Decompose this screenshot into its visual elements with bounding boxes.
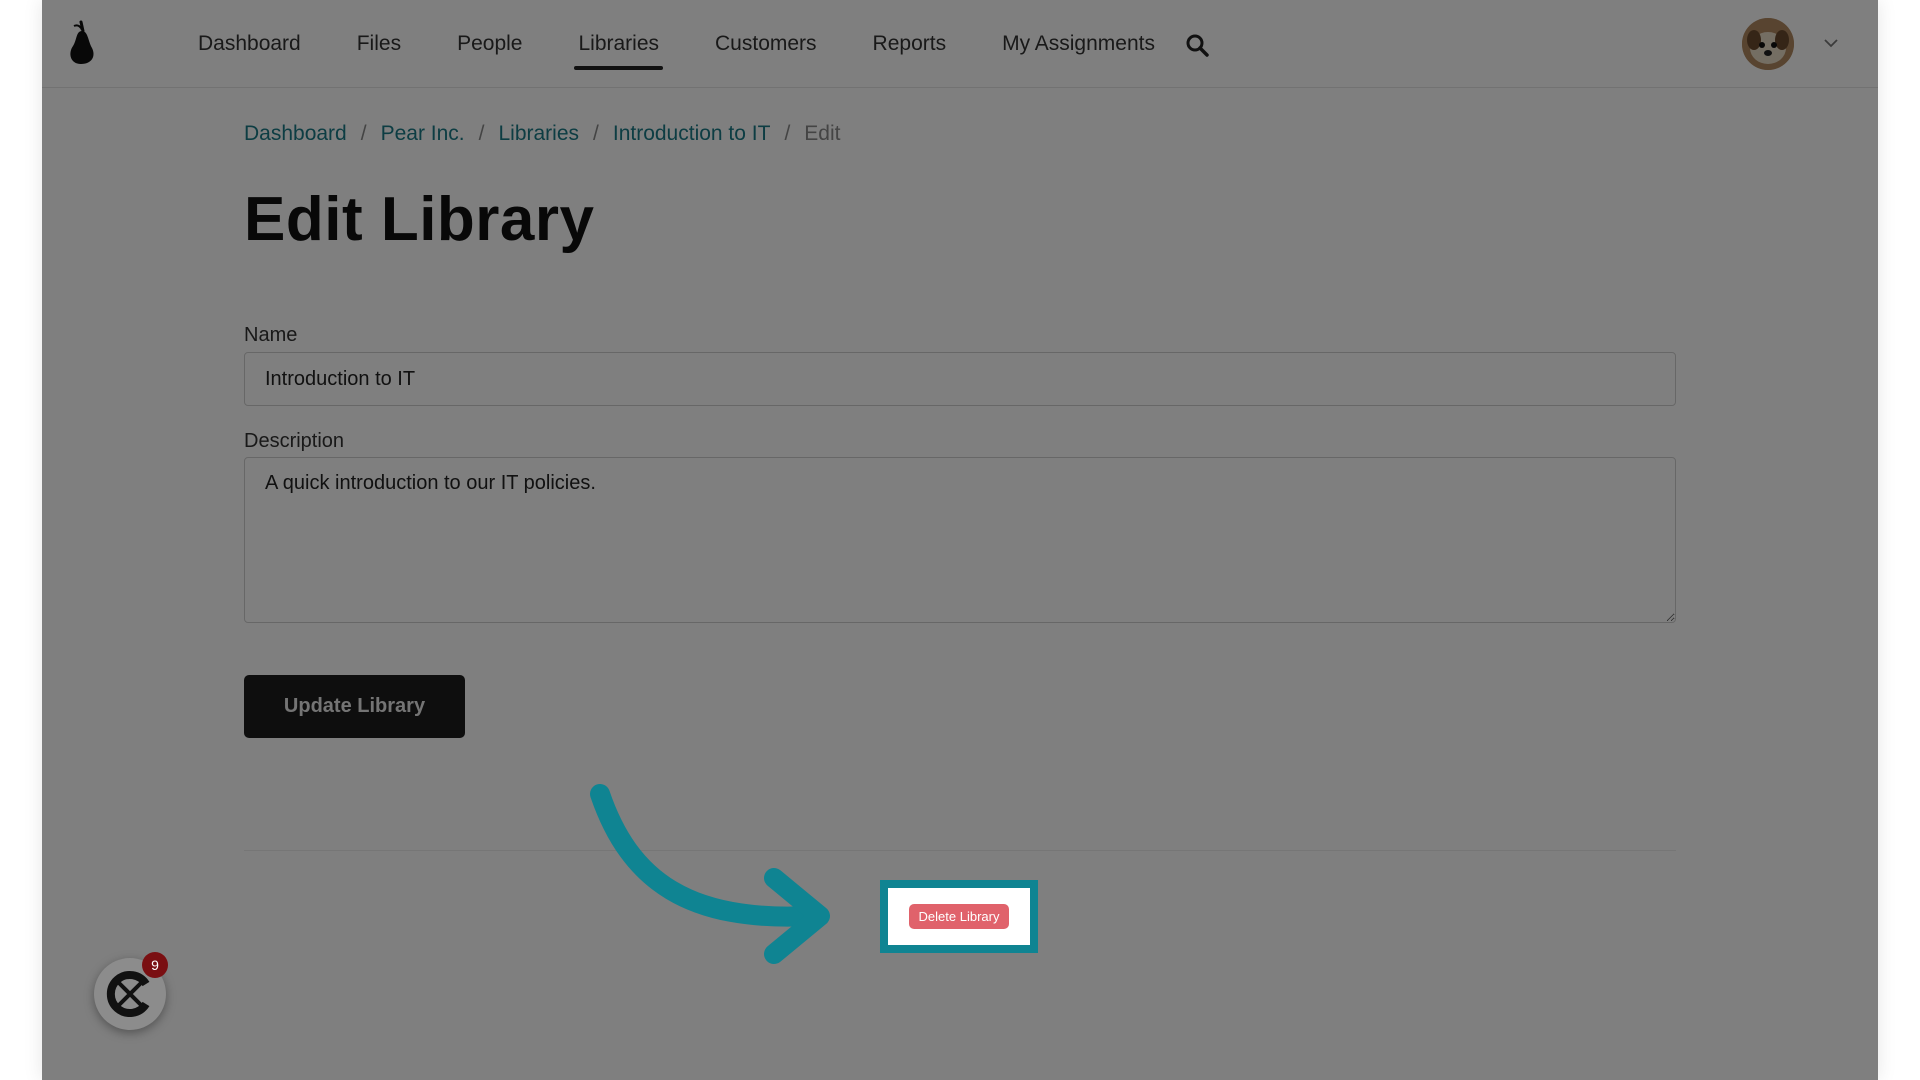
delete-library-button[interactable]: Delete Library	[908, 904, 1010, 929]
highlight-box: Delete Library	[880, 880, 1038, 953]
app-window: Dashboard Files People Libraries Custome…	[42, 0, 1878, 1080]
notification-badge: 9	[142, 952, 168, 978]
pointer-arrow-icon	[590, 784, 830, 964]
chat-widget-icon[interactable]: 9	[94, 952, 168, 1030]
